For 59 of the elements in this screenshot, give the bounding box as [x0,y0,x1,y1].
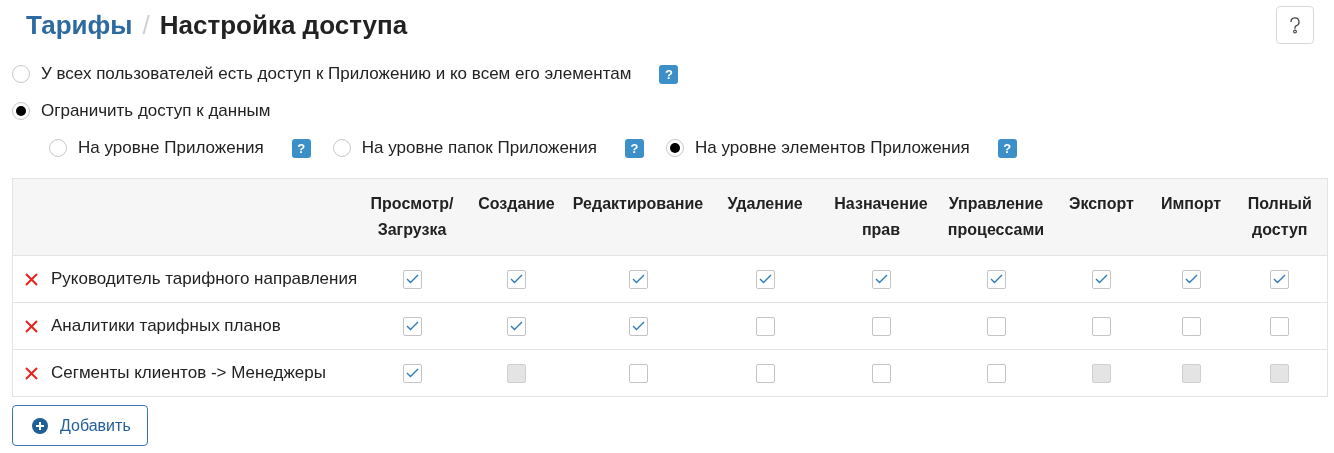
radio-label[interactable]: Ограничить доступ к данным [41,101,271,121]
checkbox[interactable] [1092,269,1111,289]
checkbox[interactable] [986,316,1006,336]
row-name: Руководитель тарифного направления [51,269,358,289]
checkbox[interactable] [628,269,648,289]
radio-button[interactable] [665,139,684,157]
checkbox[interactable] [755,316,775,336]
checkbox[interactable] [628,316,648,336]
breadcrumb-link[interactable]: Тарифы [26,9,133,41]
checkbox[interactable] [986,269,1006,289]
checkbox[interactable] [402,269,422,289]
checkbox[interactable] [871,316,891,336]
checkbox[interactable] [402,316,422,336]
checkbox[interactable] [628,363,648,383]
help-button[interactable] [1276,6,1314,44]
checkbox[interactable] [871,363,891,383]
column-header: Импорт [1160,194,1222,214]
help-icon [1289,16,1301,34]
page-title: Настройка доступа [159,9,408,41]
help-badge[interactable]: ? [624,138,644,158]
column-header: Создание [478,194,555,214]
help-badge[interactable]: ? [659,64,679,84]
checkbox[interactable] [755,363,775,383]
radio-label[interactable]: На уровне Приложения [78,138,264,158]
row-name: Аналитики тарифных планов [51,316,281,336]
column-header: Удаление [727,194,803,214]
column-header: Просмотр/ Загрузка [370,194,454,240]
checkbox[interactable] [507,269,526,289]
radio-label[interactable]: На уровне элементов Приложения [694,138,970,158]
column-header: Управление процессами [947,194,1045,240]
checkbox[interactable] [1270,316,1290,336]
help-badge[interactable]: ? [291,138,311,158]
checkbox[interactable] [507,316,526,336]
checkbox[interactable] [1092,316,1111,336]
radio-button[interactable] [332,139,351,157]
checkbox[interactable] [1181,316,1201,336]
column-header: Экспорт [1069,194,1134,214]
row-name: Сегменты клиентов -> Менеджеры [51,363,326,383]
column-header: Редактирование [572,194,704,214]
radio-button[interactable] [12,65,30,83]
help-badge[interactable]: ? [997,138,1017,158]
column-header: Полный доступ [1247,194,1312,240]
delete-icon[interactable] [25,319,38,333]
checkbox[interactable] [1181,269,1201,289]
column-header: Назначение прав [834,194,928,240]
radio-label[interactable]: На уровне папок Приложения [361,138,597,158]
breadcrumb-separator: / [142,9,150,41]
plus-icon [32,417,48,434]
checkbox[interactable] [402,363,422,383]
delete-icon[interactable] [25,366,38,380]
checkbox[interactable] [986,363,1006,383]
checkbox[interactable] [1270,269,1290,289]
checkbox[interactable] [755,269,775,289]
radio-button[interactable] [49,139,67,157]
checkbox[interactable] [871,269,891,289]
radio-button[interactable] [12,102,30,120]
delete-icon[interactable] [25,272,38,286]
add-button[interactable]: Добавить [12,405,148,446]
radio-label[interactable]: У всех пользователей есть доступ к Приложению и ко всем его элементам [41,64,632,84]
